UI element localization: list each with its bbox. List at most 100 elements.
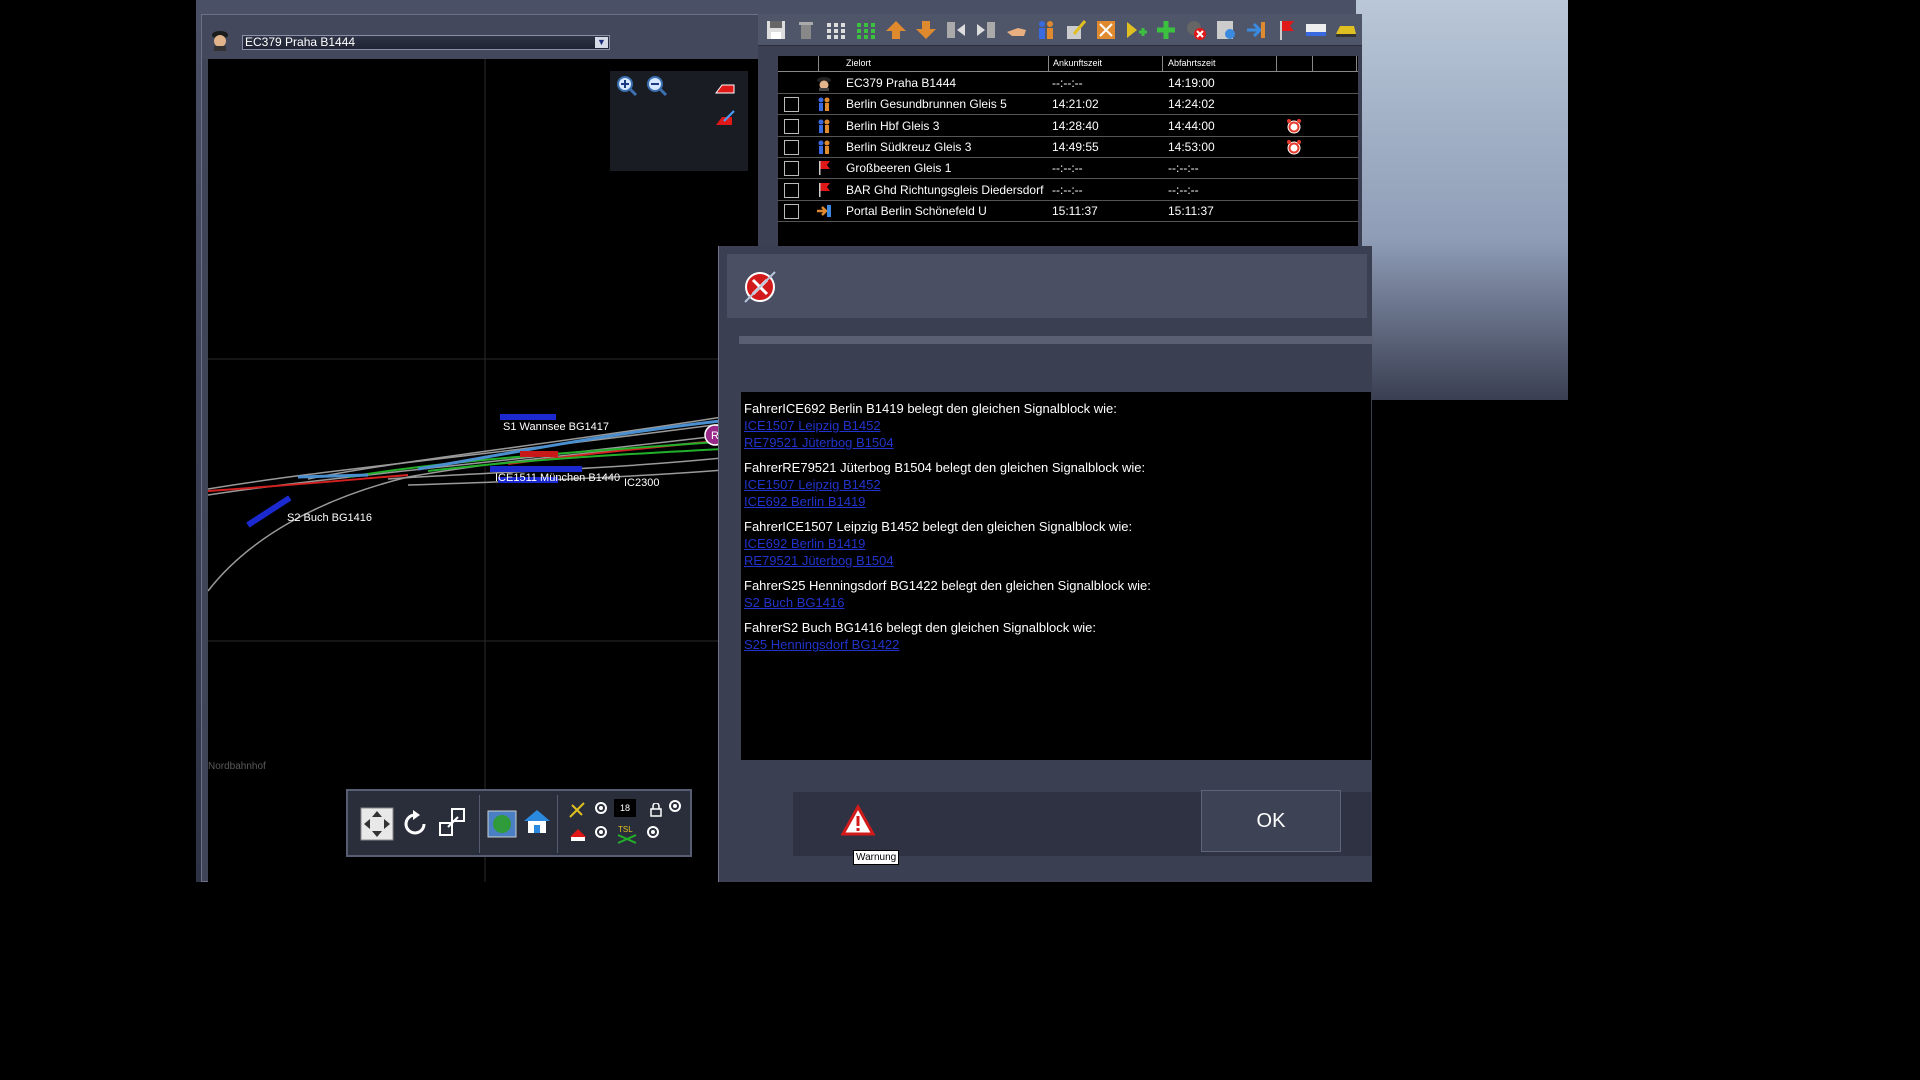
table-row[interactable]: EC379 Praha B1444 --:--:-- 14:19:00 — [778, 73, 1358, 94]
timetable-window: Zielort Ankunftszeit Abfahrtszeit EC379 … — [758, 14, 1362, 252]
status-tools: 18 TSL — [558, 795, 690, 853]
train-link[interactable]: ICE1507 Leipzig B1452 — [744, 417, 1371, 434]
message-item: FahrerS2 Buch BG1416 belegt den gleichen… — [744, 619, 1371, 653]
table-row[interactable]: BAR Ghd Richtungsgleis Diedersdorf --:--:… — [778, 180, 1358, 201]
column-divider — [1312, 56, 1313, 72]
train-link[interactable]: ICE692 Berlin B1419 — [744, 493, 1371, 510]
resize-icon[interactable] — [436, 805, 470, 839]
junction-icon[interactable] — [1094, 18, 1118, 42]
export-icon[interactable] — [1244, 18, 1268, 42]
radio-option-icon[interactable] — [594, 825, 608, 839]
lock-icon[interactable] — [650, 803, 662, 817]
table-row[interactable]: Großbeeren Gleis 1 --:--:-- --:--:-- — [778, 158, 1358, 180]
row-departure: 14:44:00 — [1168, 118, 1215, 133]
train-view-icon[interactable] — [1304, 18, 1328, 42]
table-row[interactable]: Berlin Südkreuz Gleis 3 14:49:55 14:53:00 — [778, 137, 1358, 158]
row-arrival: --:--:-- — [1052, 182, 1083, 197]
warning-tooltip: Warnung — [853, 850, 900, 865]
train-link[interactable]: ICE1507 Leipzig B1452 — [744, 476, 1371, 493]
flag-icon[interactable] — [1274, 18, 1298, 42]
settings-icon[interactable] — [1214, 18, 1238, 42]
insert-before-icon[interactable] — [944, 18, 968, 42]
globe-icon[interactable] — [486, 807, 520, 841]
insert-after-icon[interactable] — [974, 18, 998, 42]
tracks — [208, 410, 760, 592]
screen: EC379 Praha B1444 ▼ R S1 Wannsee BG1417 … — [0, 0, 1568, 882]
passenger-stop-icon — [818, 97, 830, 112]
train-link[interactable]: RE79521 Jüterbog B1504 — [744, 552, 1371, 569]
column-header-arr[interactable]: Ankunftszeit — [1053, 58, 1102, 68]
dialog-header — [727, 254, 1367, 318]
train-link[interactable]: RE79521 Jüterbog B1504 — [744, 434, 1371, 451]
row-destination: Berlin Gesundbrunnen Gleis 5 — [846, 97, 1007, 112]
row-destination: Portal Berlin Schönefeld U — [846, 203, 987, 218]
radio-option-icon[interactable] — [646, 825, 660, 839]
add-icon[interactable] — [1154, 18, 1178, 42]
svg-text:TSL: TSL — [618, 825, 633, 834]
chevron-down-icon[interactable]: ▼ — [595, 37, 608, 48]
driver-icon — [212, 31, 228, 51]
zoom-in-icon[interactable] — [616, 75, 638, 97]
move-up-icon[interactable] — [884, 18, 908, 42]
pointer-hand-icon[interactable] — [1004, 18, 1028, 42]
column-header-dest[interactable]: Zielort — [846, 58, 871, 68]
move-down-icon[interactable] — [914, 18, 938, 42]
message-item: FahrerICE1507 Leipzig B1452 belegt den g… — [744, 518, 1371, 569]
row-checkbox[interactable] — [784, 161, 799, 177]
row-checkbox[interactable] — [784, 97, 799, 113]
column-header-dep[interactable]: Abfahrtszeit — [1168, 58, 1216, 68]
map-grid — [208, 59, 760, 882]
timetable-table: Zielort Ankunftszeit Abfahrtszeit EC379 … — [778, 56, 1358, 252]
edit-icon[interactable] — [714, 107, 736, 129]
row-checkbox[interactable] — [784, 139, 799, 155]
train-warning-icon[interactable] — [568, 825, 588, 843]
home-icon[interactable] — [520, 805, 554, 839]
row-destination: EC379 Praha B1444 — [846, 76, 957, 90]
alarm-clock-icon[interactable] — [1286, 118, 1302, 134]
grid-icon[interactable] — [824, 18, 848, 42]
switch-icon[interactable]: TSL — [616, 823, 638, 845]
zoom-out-icon[interactable] — [646, 75, 668, 97]
message-item: FahrerRE79521 Jüterbog B1504 belegt den … — [744, 459, 1371, 510]
eraser-icon[interactable] — [714, 77, 736, 99]
train-label-s2: S2 Buch BG1416 — [287, 512, 373, 524]
portal-icon — [817, 204, 831, 217]
signal-icon[interactable] — [568, 801, 586, 819]
warning-icon[interactable] — [841, 804, 875, 838]
close-icon[interactable] — [743, 270, 777, 304]
train-link[interactable]: ICE692 Berlin B1419 — [744, 535, 1371, 552]
table-row[interactable]: Berlin Gesundbrunnen Gleis 5 14:21:02 14:2… — [778, 94, 1358, 116]
passenger-stop-icon — [818, 140, 830, 154]
add-stop-icon[interactable] — [1124, 18, 1148, 42]
delete-icon[interactable] — [794, 18, 818, 42]
save-icon[interactable] — [764, 18, 788, 42]
locomotive-icon[interactable] — [1334, 18, 1358, 42]
row-destination: Berlin Hbf Gleis 3 — [846, 118, 940, 133]
train-label-ice: ICE1511 München B1440 — [495, 472, 621, 484]
rotate-icon[interactable] — [398, 807, 432, 841]
table-row[interactable]: Berlin Hbf Gleis 3 14:28:40 14:44:00 — [778, 116, 1358, 137]
map-controls — [610, 71, 748, 171]
train-select[interactable]: EC379 Praha B1444 ▼ — [242, 35, 610, 50]
edit-schedule-icon[interactable] — [1064, 18, 1088, 42]
passengers-icon[interactable] — [1034, 18, 1058, 42]
row-destination: BAR Ghd Richtungsgleis Diedersdorf — [846, 182, 1044, 197]
remove-stop-icon[interactable] — [1184, 18, 1208, 42]
ok-button[interactable]: OK — [1201, 790, 1341, 852]
train-link[interactable]: S2 Buch BG1416 — [744, 594, 1371, 611]
row-checkbox[interactable] — [784, 182, 799, 198]
message-item: FahrerICE692 Berlin B1419 belegt den gle… — [744, 400, 1371, 451]
map-canvas[interactable]: R S1 Wannsee BG1417 ICE1511 München B144… — [208, 59, 760, 882]
train-label-s1: S1 Wannsee BG1417 — [503, 421, 609, 433]
radio-option-icon[interactable] — [594, 801, 608, 815]
row-checkbox[interactable] — [784, 203, 799, 219]
grid-green-icon[interactable] — [854, 18, 878, 42]
row-departure: 14:53:00 — [1168, 139, 1215, 154]
table-row[interactable]: Portal Berlin Schönefeld U 15:11:37 15:11:… — [778, 201, 1358, 222]
scenery-background — [1356, 0, 1568, 400]
alarm-clock-icon[interactable] — [1286, 139, 1302, 155]
row-checkbox[interactable] — [784, 118, 799, 134]
train-link[interactable]: S25 Henningsdorf BG1422 — [744, 636, 1371, 653]
radio-option-icon[interactable] — [668, 799, 682, 813]
fit-view-icon[interactable] — [360, 807, 394, 841]
